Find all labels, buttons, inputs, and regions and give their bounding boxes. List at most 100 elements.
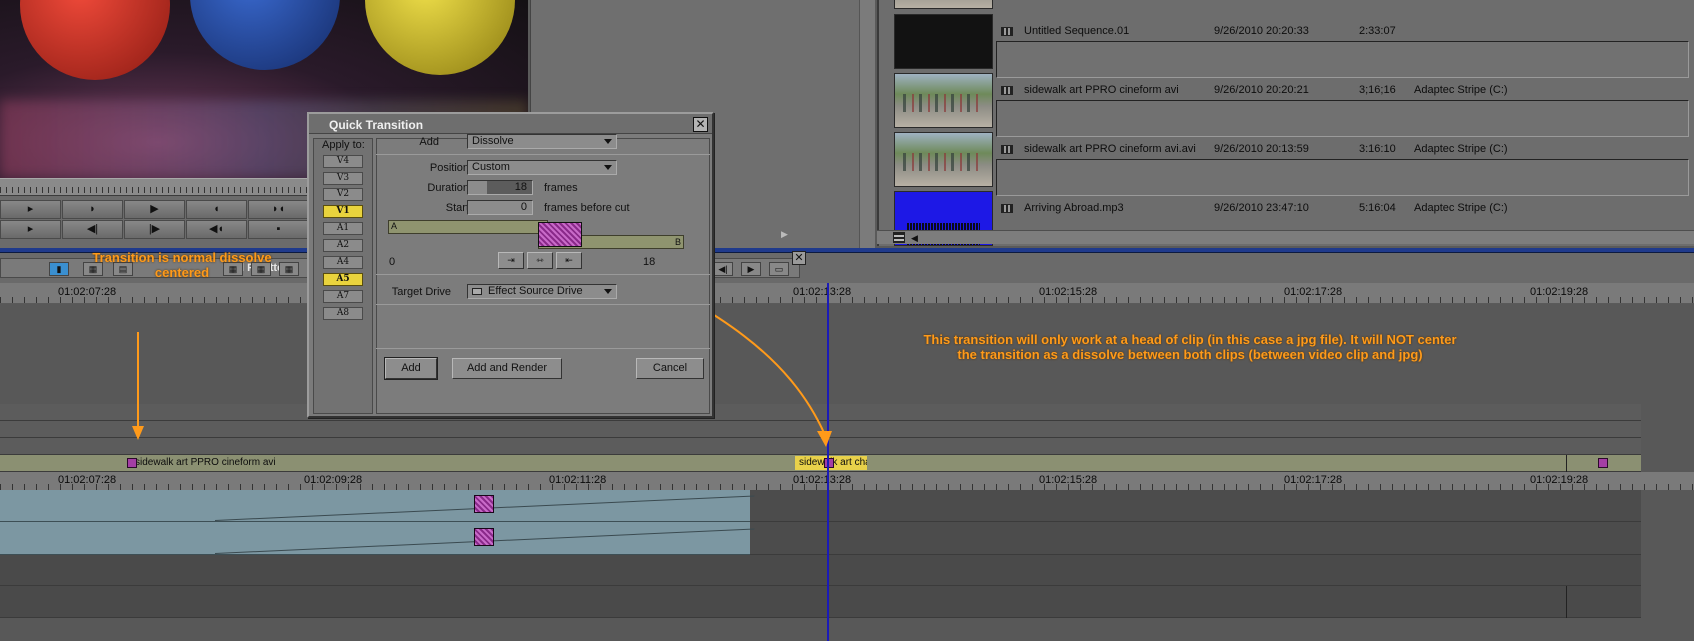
bin-item-name: Arriving Abroad.mp3 bbox=[1024, 202, 1124, 214]
bin-scrollbar[interactable]: ◀ ▶ bbox=[781, 229, 1694, 244]
audio-clip[interactable] bbox=[0, 522, 755, 555]
panel-scrollbar[interactable] bbox=[859, 0, 875, 248]
start-label: Start bbox=[445, 202, 469, 214]
timecode-label: 01:02:15:28 bbox=[1039, 474, 1098, 486]
bin-thumbnail[interactable] bbox=[894, 0, 993, 9]
bin-thumbnail[interactable] bbox=[894, 73, 993, 128]
transition-marker-end[interactable] bbox=[1598, 458, 1608, 468]
graph-b-label: B bbox=[675, 237, 682, 247]
step-back-button[interactable]: ▸ bbox=[0, 200, 61, 219]
dialog-titlebar[interactable]: Quick Transition ✕ bbox=[309, 114, 712, 134]
dialog-title: Quick Transition bbox=[329, 118, 424, 132]
track-button-a7[interactable]: A7 bbox=[323, 290, 363, 303]
position-select[interactable]: Custom bbox=[467, 160, 617, 175]
target-drive-value: Effect Source Drive bbox=[488, 285, 583, 297]
audio-clip[interactable] bbox=[0, 490, 755, 522]
play-forward-button[interactable]: ▸ bbox=[0, 220, 61, 239]
dissolve-marker-centered[interactable] bbox=[127, 458, 137, 468]
chevron-down-icon bbox=[604, 165, 612, 170]
video-ball-yellow bbox=[365, 0, 515, 75]
clip-icon bbox=[1001, 86, 1013, 95]
audio-clip-icon bbox=[1001, 204, 1013, 213]
track-button-a2[interactable]: A2 bbox=[323, 239, 363, 252]
mark-out-button[interactable]: ◖ bbox=[186, 200, 247, 219]
timecode-label: 01:02:19:28 bbox=[1530, 286, 1589, 298]
play-button[interactable]: ▶ bbox=[124, 200, 185, 219]
bin-row[interactable]: Untitled Sequence.01 9/26/2010 20:20:33 … bbox=[894, 12, 1694, 78]
scroll-left-icon[interactable]: ◀ bbox=[911, 233, 918, 244]
track-button-a1[interactable]: A1 bbox=[323, 222, 363, 235]
range-max-label: 18 bbox=[643, 256, 656, 268]
bin-item-drive: Adaptec Stripe (C:) bbox=[1414, 143, 1508, 155]
start-field[interactable]: 0 bbox=[467, 200, 533, 215]
track-button-a8[interactable]: A8 bbox=[323, 307, 363, 320]
timecode-ruler-middle[interactable]: 01:02:07:28 01:02:09:28 01:02:11:28 01:0… bbox=[0, 472, 1694, 490]
bin-thumbnail[interactable] bbox=[894, 132, 993, 187]
palette-icon-3[interactable]: ▦ bbox=[279, 262, 299, 276]
duration-field[interactable]: 18 bbox=[467, 180, 533, 195]
audio-dissolve-marker[interactable] bbox=[474, 528, 494, 546]
go-to-in-button[interactable]: ◀| bbox=[62, 220, 123, 239]
track-button-a4[interactable]: A4 bbox=[323, 256, 363, 269]
start-unit: frames before cut bbox=[544, 202, 630, 214]
transition-graph[interactable]: A B bbox=[388, 218, 684, 252]
clip-icon bbox=[1001, 145, 1013, 154]
close-icon[interactable]: ✕ bbox=[693, 117, 708, 132]
bin-item-date: 9/26/2010 20:20:21 bbox=[1214, 84, 1309, 96]
mark-in-button[interactable]: ◗ bbox=[62, 200, 123, 219]
timecode-label: 01:02:09:28 bbox=[304, 474, 363, 486]
timecode-label: 01:02:15:28 bbox=[1039, 286, 1098, 298]
transport-row-2: ▸ ◀| |▶ ◀◖ ▪ bbox=[0, 220, 310, 240]
align-start-at-cut-button[interactable]: ⇤ bbox=[556, 252, 582, 269]
annotation-left: Transition is normal dissolve centered bbox=[92, 250, 272, 280]
video-track-v1[interactable]: sidewalk art PPRO cineform avi sidewalk … bbox=[0, 455, 1641, 472]
bin-view-icon[interactable] bbox=[893, 232, 905, 243]
bin-item-drive: Adaptec Stripe (C:) bbox=[1414, 84, 1508, 96]
quick-transition-dialog: Quick Transition ✕ Apply to: V4 V3 V2 V1… bbox=[307, 112, 714, 418]
annotation-arrow-left-icon bbox=[132, 332, 144, 440]
mark-clip-button[interactable]: ◗◖ bbox=[248, 200, 309, 219]
align-center-button[interactable]: ⇿ bbox=[527, 252, 553, 269]
video-ball-red bbox=[20, 0, 170, 80]
extra-button[interactable]: ▪ bbox=[248, 220, 309, 239]
bin-item-name: sidewalk art PPRO cineform avi.avi bbox=[1024, 143, 1196, 155]
graph-a-label: A bbox=[391, 221, 398, 231]
bin-item-duration: 5:16:04 bbox=[1359, 202, 1396, 214]
scroll-right-icon[interactable]: ▶ bbox=[781, 229, 788, 240]
position-select-value: Custom bbox=[472, 161, 510, 173]
clip-a-bar bbox=[388, 220, 548, 234]
bin-row[interactable]: sidewalk art PPRO cineform avi.avi 9/26/… bbox=[894, 130, 1694, 196]
apply-to-label: Apply to: bbox=[322, 139, 365, 151]
position-label: Position bbox=[429, 162, 469, 174]
transition-handle[interactable] bbox=[538, 222, 582, 247]
target-drive-label: Target Drive bbox=[391, 286, 451, 298]
track-button-v4[interactable]: V4 bbox=[323, 155, 363, 168]
empty-track[interactable] bbox=[0, 586, 1641, 618]
add-button[interactable]: Add bbox=[385, 358, 437, 379]
divider bbox=[376, 304, 710, 305]
annotation-right-line-1: This transition will only work at a head… bbox=[923, 332, 1457, 347]
cancel-button[interactable]: Cancel bbox=[636, 358, 704, 379]
drive-icon bbox=[472, 288, 482, 295]
empty-track[interactable] bbox=[0, 555, 1641, 586]
bin-item-date: 9/26/2010 20:13:59 bbox=[1214, 143, 1309, 155]
track-monitor-icon[interactable]: ▮ bbox=[49, 262, 69, 276]
track-button-a5[interactable]: A5 bbox=[323, 273, 363, 286]
align-end-at-cut-button[interactable]: ⇥ bbox=[498, 252, 524, 269]
bin-row[interactable]: sidewalk art PPRO cineform avi 9/26/2010… bbox=[894, 71, 1694, 137]
target-drive-select[interactable]: Effect Source Drive bbox=[467, 284, 617, 299]
effect-select[interactable]: Dissolve bbox=[467, 134, 617, 149]
track-button-v3[interactable]: V3 bbox=[323, 172, 363, 185]
audio-dissolve-marker[interactable] bbox=[474, 495, 494, 513]
bin-item-date: 9/26/2010 20:20:33 bbox=[1214, 25, 1309, 37]
go-to-out-button[interactable]: ◀◖ bbox=[186, 220, 247, 239]
timecode-label: 01:02:13:28 bbox=[793, 474, 852, 486]
timecode-ruler-top[interactable]: 01:02:07:28 01:02:13:28 01:02:15:28 01:0… bbox=[0, 283, 1694, 303]
bin-window: Untitled Sequence.01 9/26/2010 20:20:33 … bbox=[877, 0, 1694, 246]
add-and-render-button[interactable]: Add and Render bbox=[452, 358, 562, 379]
step-forward-button[interactable]: |▶ bbox=[124, 220, 185, 239]
dissolve-marker-head[interactable] bbox=[824, 458, 834, 468]
track-button-v1[interactable]: V1 bbox=[323, 205, 363, 218]
track-button-v2[interactable]: V2 bbox=[323, 188, 363, 201]
bin-thumbnail[interactable] bbox=[894, 14, 993, 69]
